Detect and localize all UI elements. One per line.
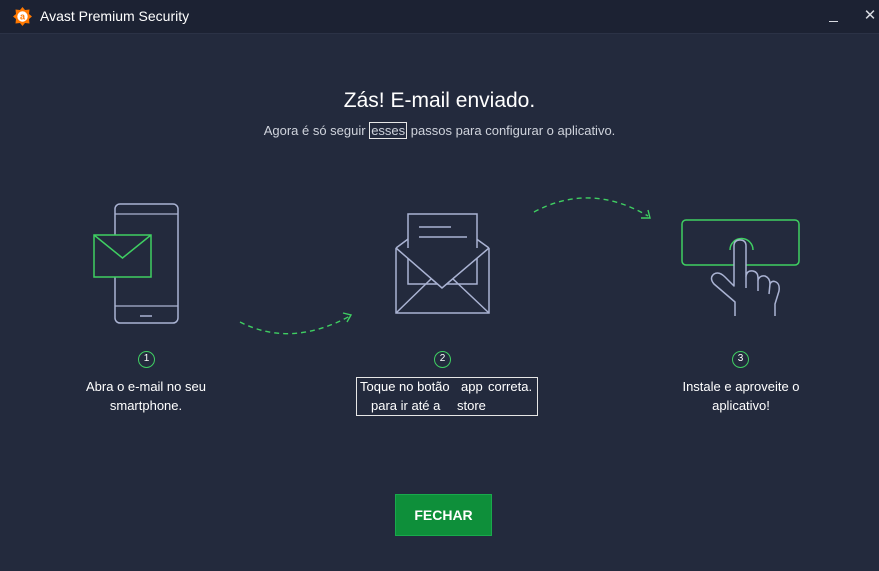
dashed-arrow-2 [533, 197, 651, 219]
subtitle-text-after: passos para configurar o aplicativo. [407, 123, 616, 138]
subtitle-highlight: esses [369, 122, 408, 139]
avast-logo-icon: a [13, 7, 32, 26]
app-title: Avast Premium Security [40, 8, 190, 24]
step-2-text-e: store [457, 398, 486, 413]
step-1-line-1: Abra o e-mail no seu [86, 379, 206, 394]
title-bar: a Avast Premium Security ✕ [0, 0, 879, 34]
minimize-icon [829, 21, 838, 22]
tap-button-icon [681, 219, 800, 316]
dashed-arrow-1 [239, 312, 353, 335]
minimize-button[interactable] [822, 4, 846, 28]
step-3-text: Instale e aproveite o aplicativo! [660, 377, 822, 415]
open-envelope-icon [395, 213, 490, 314]
close-button[interactable]: FECHAR [395, 494, 492, 536]
step-1-line-2: smartphone. [109, 398, 183, 413]
step-2-text: Toque no botão app correta. para ir até … [356, 377, 538, 416]
close-icon: ✕ [863, 7, 877, 24]
page-title: Zás! E-mail enviado. [343, 89, 536, 112]
step-2-text-c: correta. [488, 379, 533, 394]
step-1-number: 1 [138, 351, 155, 368]
step-2-number: 2 [434, 351, 451, 368]
close-window-button[interactable]: ✕ [858, 4, 879, 28]
step-1-text: Abra o e-mail no seu smartphone. [66, 377, 226, 415]
page-subtitle: Agora é só seguir esses passos para conf… [0, 122, 879, 139]
step-2-text-d: para ir até a [371, 398, 441, 413]
step-2-text-b: app [461, 379, 483, 394]
phone-email-icon [93, 203, 179, 324]
step-3-line-2: aplicativo! [712, 398, 770, 413]
step-2-text-a: Toque no botão [360, 379, 450, 394]
subtitle-text-before: Agora é só seguir [263, 123, 370, 138]
step-3-number: 3 [732, 351, 749, 368]
step-3-line-1: Instale e aproveite o [682, 379, 800, 394]
